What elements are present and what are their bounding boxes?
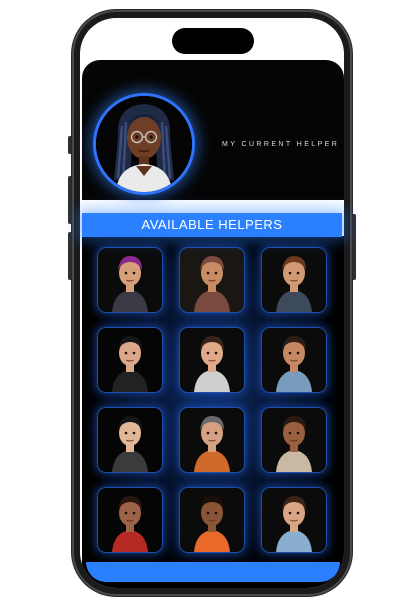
bearded-man-glasses-icon	[180, 408, 244, 472]
current-helper-avatar[interactable]	[96, 96, 192, 192]
helper-tile-h1[interactable]	[98, 248, 162, 312]
helper-tile-h8[interactable]	[180, 408, 244, 472]
helper-tile-h5[interactable]	[180, 328, 244, 392]
helper-tile-h12[interactable]	[262, 488, 326, 552]
helper-tile-h3[interactable]	[262, 248, 326, 312]
man-black-jacket-icon	[98, 328, 162, 392]
boy-hoodie-icon	[98, 408, 162, 472]
helper-tile-h7[interactable]	[98, 408, 162, 472]
young-man-curly-hair-icon	[262, 248, 326, 312]
woman-glasses-icon	[180, 328, 244, 392]
woman-red-sweater-icon	[98, 488, 162, 552]
woman-hijab-icon	[180, 248, 244, 312]
man-beard-blue-shirt-icon	[262, 488, 326, 552]
bottom-bar	[86, 562, 340, 582]
helper-tile-h4[interactable]	[98, 328, 162, 392]
helper-tile-h9[interactable]	[262, 408, 326, 472]
current-helper-label: MY CURRENT HELPER	[222, 141, 340, 148]
helper-tile-h11[interactable]	[180, 488, 244, 552]
helper-tile-h2[interactable]	[180, 248, 244, 312]
dynamic-island	[172, 28, 254, 54]
helper-tile-h6[interactable]	[262, 328, 326, 392]
girl-afro-puffs-icon	[180, 488, 244, 552]
helper-tile-h10[interactable]	[98, 488, 162, 552]
man-dreadlocks-icon	[262, 408, 326, 472]
punk-girl-purple-hair-icon	[98, 248, 162, 312]
bald-man-beard-icon	[262, 328, 326, 392]
available-helpers-banner: AVAILABLE HELPERS	[82, 213, 342, 237]
woman-braids-glasses-icon	[96, 96, 192, 192]
